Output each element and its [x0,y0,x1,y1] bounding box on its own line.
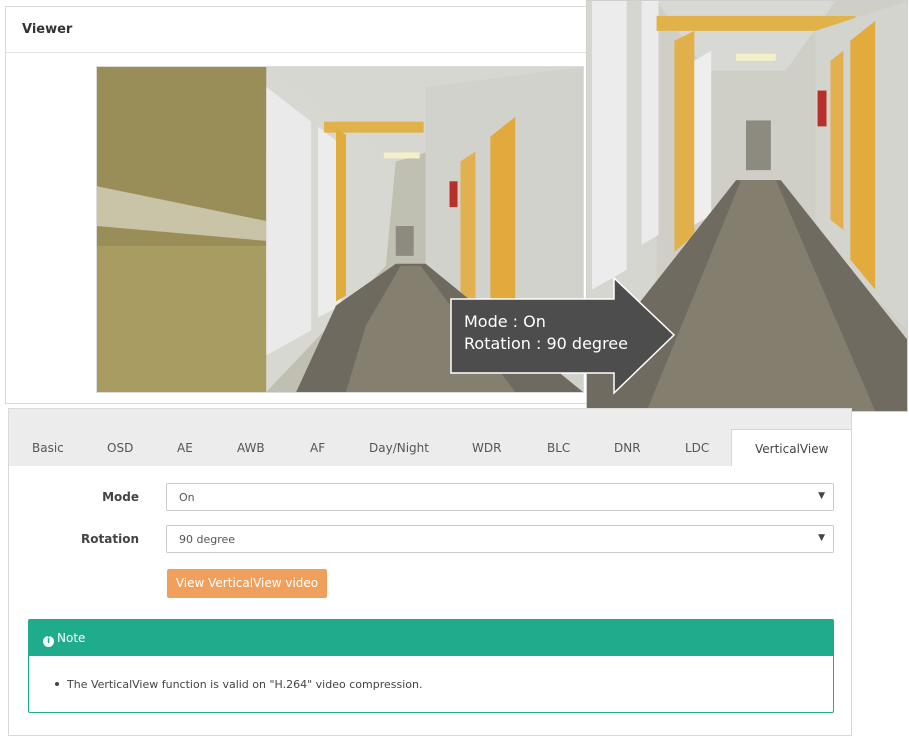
callout-rotation-text: Rotation : 90 degree [464,334,628,353]
tab-osd[interactable]: OSD [107,441,133,455]
tab-dnr[interactable]: DNR [614,441,641,455]
note-box: i Note The VerticalView function is valid… [28,619,834,713]
note-title: Note [57,631,86,645]
tab-basic[interactable]: Basic [32,441,64,455]
mode-select[interactable]: On ▼ [166,483,834,511]
tab-verticalview[interactable]: VerticalView [731,429,853,466]
tab-blc[interactable]: BLC [547,441,570,455]
note-list-item: The VerticalView function is valid on "H… [55,678,423,691]
rotation-select[interactable]: 90 degree ▼ [166,525,834,553]
view-verticalview-video-button[interactable]: View VerticalView video [167,569,327,598]
mode-chevron-down-icon: ▼ [818,491,825,501]
viewer-header: Viewer [6,7,590,53]
settings-panel: Basic OSD AE AWB AF Day/Night WDR BLC DN… [8,408,853,736]
mode-select-value: On [179,491,195,504]
bullet-icon [55,682,59,686]
rotation-select-value: 90 degree [179,533,236,546]
mode-label: Mode [102,490,139,504]
note-text: The VerticalView function is valid on "H… [67,678,423,691]
tab-day-night[interactable]: Day/Night [369,441,429,455]
rotation-chevron-down-icon: ▼ [818,533,825,543]
note-header: i Note [29,620,833,656]
tab-wdr[interactable]: WDR [472,441,501,455]
tab-bar: Basic OSD AE AWB AF Day/Night WDR BLC DN… [9,409,853,466]
callout-mode-text: Mode : On [464,312,546,331]
viewer-title: Viewer [22,22,73,37]
tab-ae[interactable]: AE [177,441,193,455]
tab-ldc[interactable]: LDC [685,441,709,455]
tab-awb[interactable]: AWB [237,441,265,455]
info-icon: i [43,636,54,647]
rotation-label: Rotation [81,532,139,546]
tab-af[interactable]: AF [310,441,325,455]
mode-rotation-callout: Mode : On Rotation : 90 degree [450,277,676,395]
